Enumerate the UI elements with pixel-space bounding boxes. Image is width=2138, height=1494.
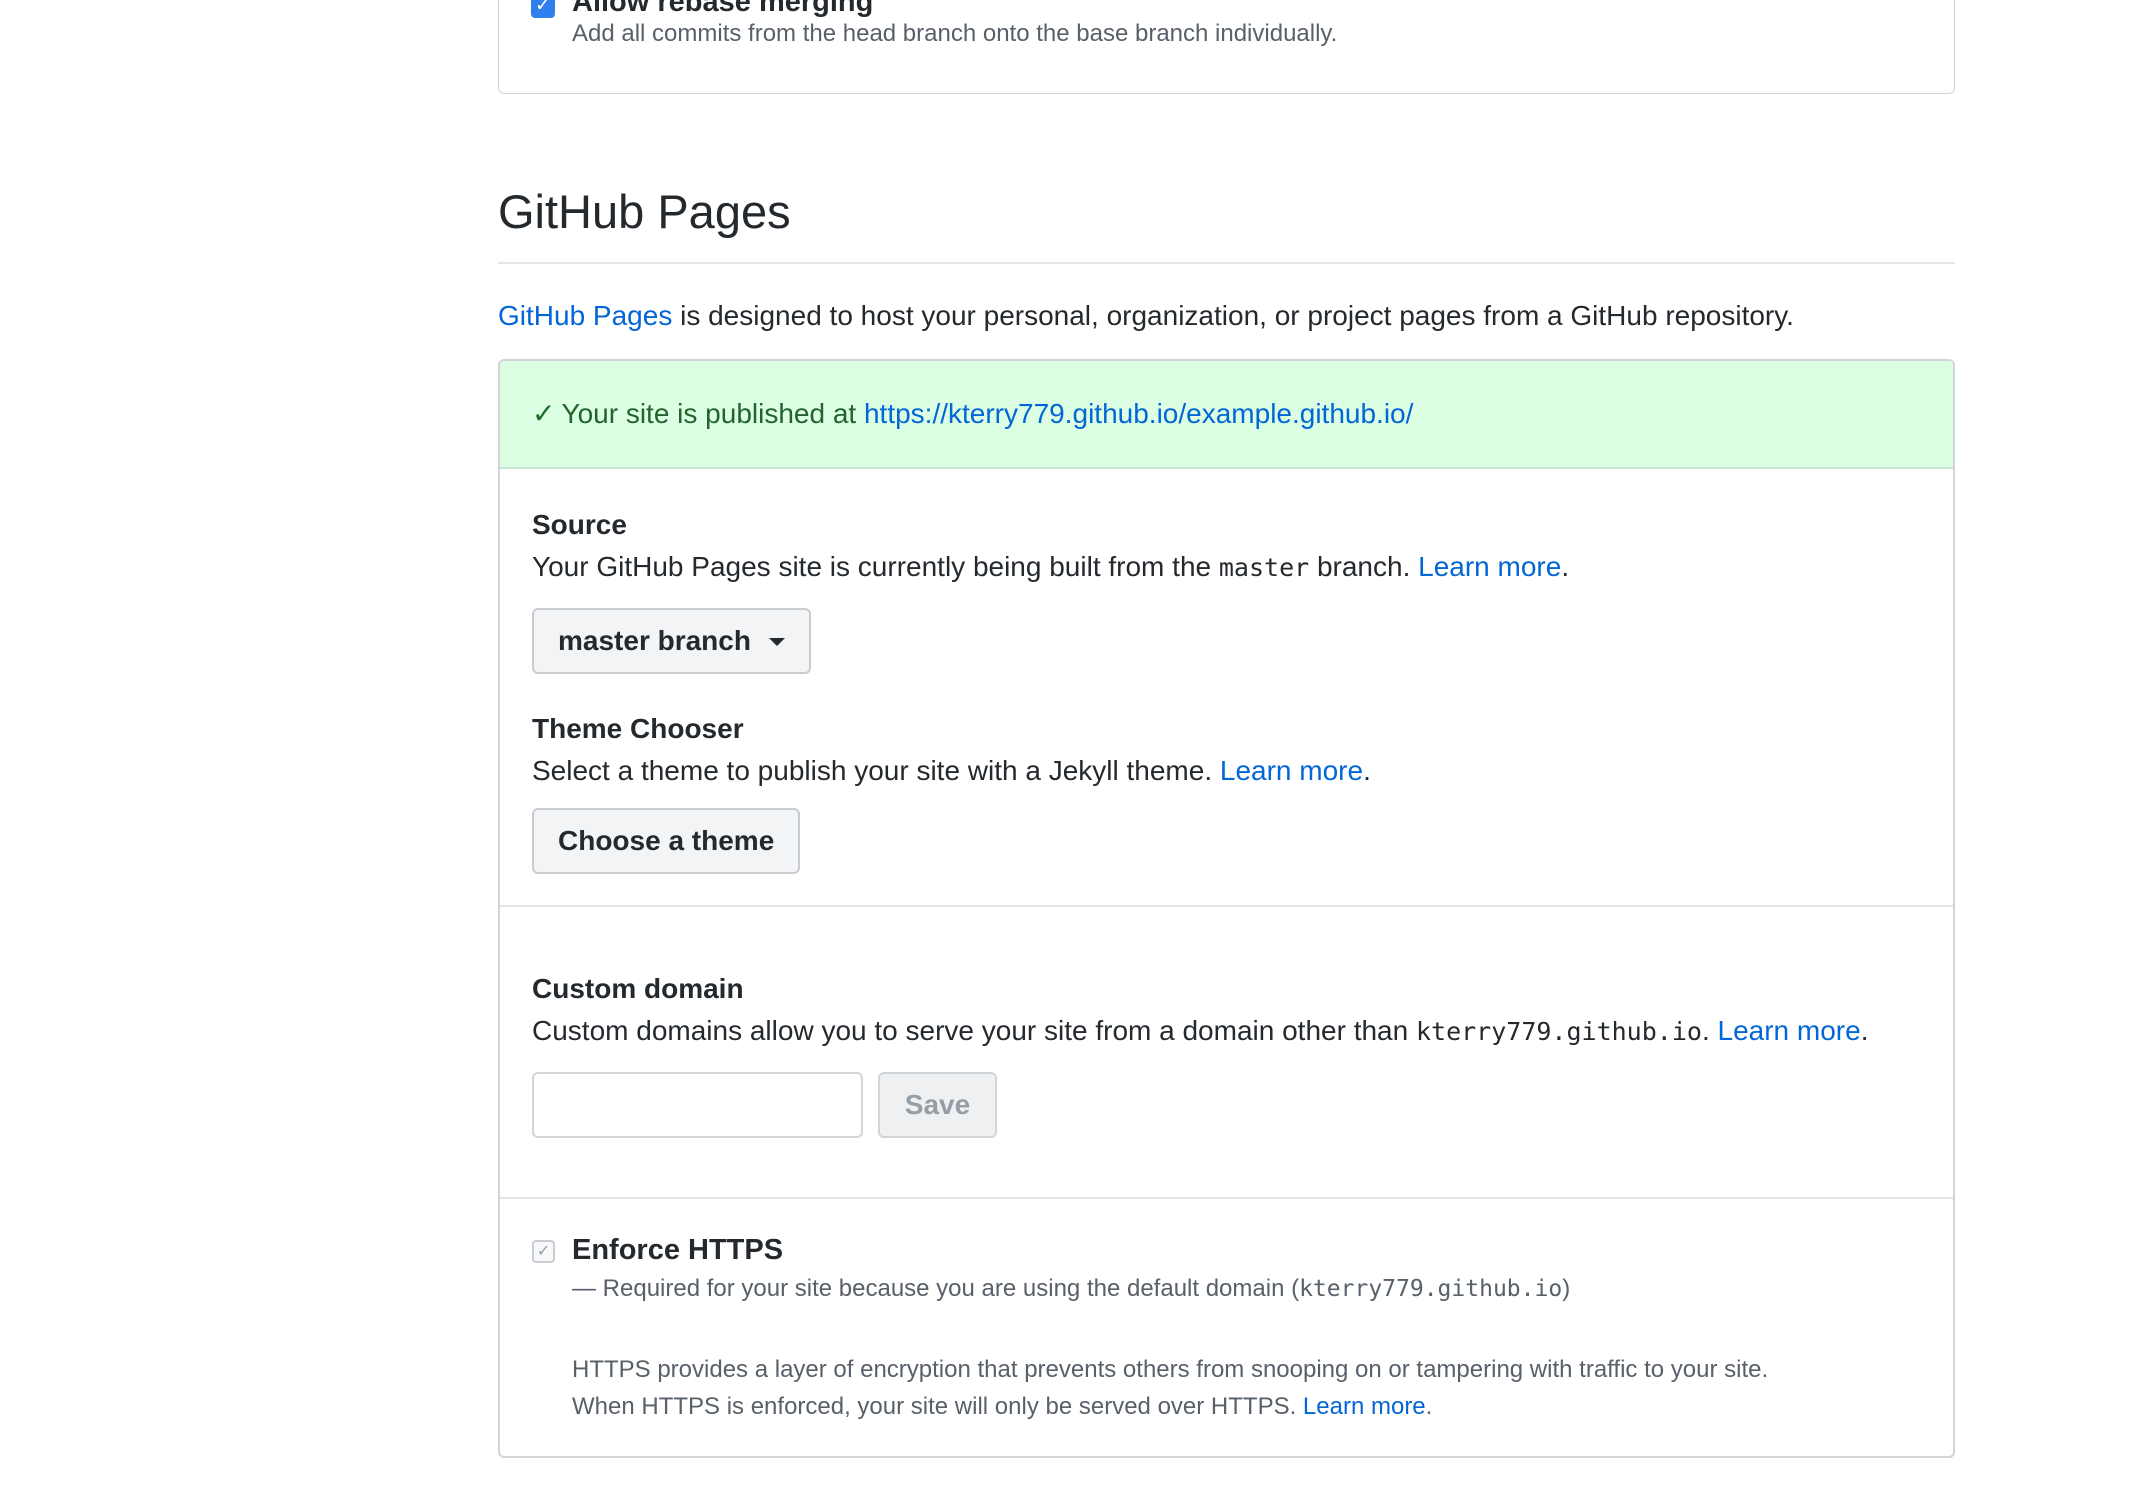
https-note-text: — Required for your site because you are… <box>572 1275 1300 1302</box>
save-domain-button[interactable]: Save <box>878 1072 997 1138</box>
https-learn-more-link[interactable]: Learn more <box>1303 1393 1426 1420</box>
source-description: Your GitHub Pages site is currently bein… <box>532 551 1570 582</box>
source-label: Source <box>532 509 627 540</box>
https-description: HTTPS provides a layer of encryption tha… <box>572 1351 1768 1425</box>
theme-desc-text: Select a theme to publish your site with… <box>532 755 1220 786</box>
published-text: Your site is published at <box>561 398 864 429</box>
source-learn-more-link[interactable]: Learn more <box>1418 551 1561 582</box>
pages-intro-text: is designed to host your personal, organ… <box>672 300 1794 331</box>
rebase-merging-checkbox[interactable]: ✓ <box>531 0 555 18</box>
enforce-https-label: Enforce HTTPS <box>572 1234 784 1266</box>
choose-theme-button[interactable]: Choose a theme <box>532 808 801 874</box>
source-branch-dropdown[interactable]: master branch <box>532 608 811 674</box>
source-branch-label: master branch <box>558 625 751 656</box>
caret-down-icon <box>768 638 785 646</box>
custom-domain-input[interactable] <box>532 1072 863 1138</box>
section-divider <box>500 1197 1953 1199</box>
https-desc-line2: When HTTPS is enforced, your site will o… <box>572 1393 1433 1420</box>
pages-intro: GitHub Pages is designed to host your pe… <box>498 300 1794 332</box>
pages-settings-box: ✓ Your site is published at https://kterr… <box>498 359 1955 1458</box>
source-desc-text-2: branch. <box>1309 551 1419 582</box>
check-icon: ✓ <box>532 398 556 429</box>
https-required-note: — Required for your site because you are… <box>572 1275 1570 1303</box>
https-domain-code: kterry779.github.io <box>1299 1276 1563 1302</box>
theme-chooser-label: Theme Chooser <box>532 713 744 744</box>
github-pages-heading: GitHub Pages <box>498 185 791 238</box>
custom-domain-label: Custom domain <box>532 973 744 1004</box>
theme-description: Select a theme to publish your site with… <box>532 755 1371 786</box>
published-site-link[interactable]: https://kterry779.github.io/example.gith… <box>864 398 1413 429</box>
custom-domain-desc-text: Custom domains allow you to serve your s… <box>532 1015 1416 1046</box>
source-desc-text: Your GitHub Pages site is currently bein… <box>532 551 1219 582</box>
https-desc-line1: HTTPS provides a layer of encryption tha… <box>572 1356 1769 1383</box>
merge-options-box: ✓ Allow rebase merging Add all commits f… <box>498 0 1955 94</box>
rebase-merging-label: Allow rebase merging <box>572 0 874 18</box>
https-note-close: ) <box>1562 1275 1571 1302</box>
section-divider <box>500 905 1953 907</box>
github-pages-link[interactable]: GitHub Pages <box>498 300 672 331</box>
https-desc-line2-text: When HTTPS is enforced, your site will o… <box>572 1393 1303 1420</box>
heading-divider <box>498 262 1955 264</box>
published-banner: ✓ Your site is published at https://kterr… <box>500 361 1953 469</box>
rebase-merging-description: Add all commits from the head branch ont… <box>572 20 1338 47</box>
default-domain-code: kterry779.github.io <box>1415 1017 1702 1046</box>
custom-domain-learn-more-link[interactable]: Learn more <box>1718 1015 1861 1046</box>
theme-learn-more-link[interactable]: Learn more <box>1220 755 1363 786</box>
custom-domain-description: Custom domains allow you to serve your s… <box>532 1015 1869 1046</box>
branch-code: master <box>1218 553 1310 582</box>
enforce-https-checkbox[interactable]: ✓ <box>532 1240 555 1263</box>
